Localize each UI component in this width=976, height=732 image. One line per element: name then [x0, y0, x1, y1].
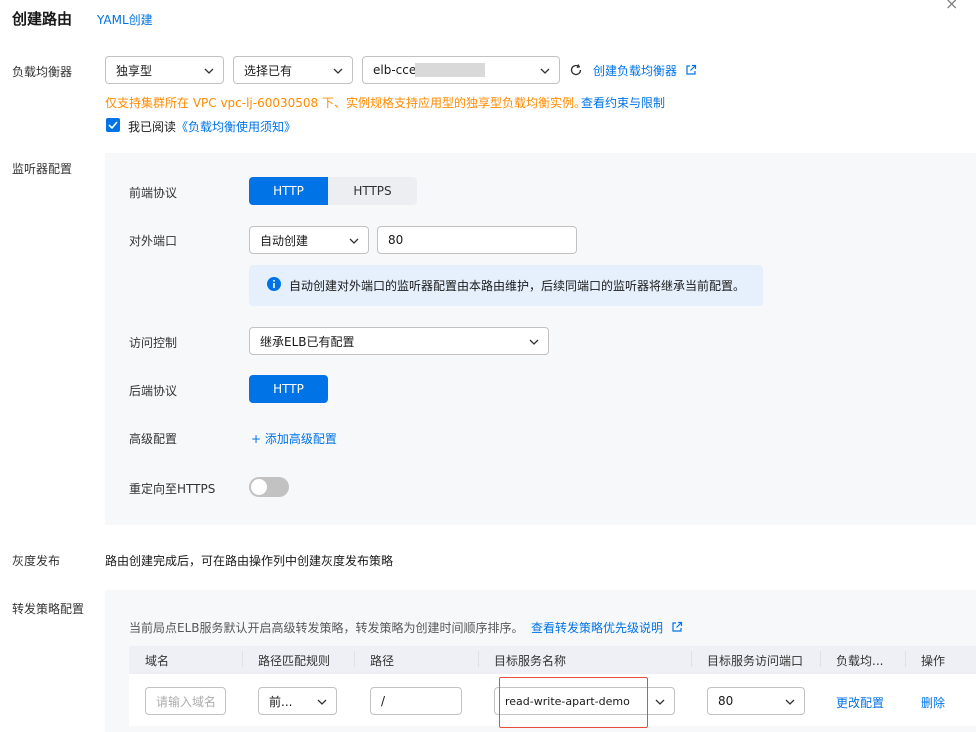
toggle-knob [251, 479, 267, 495]
redacted-mask [415, 63, 485, 77]
port-input[interactable]: 80 [377, 226, 577, 254]
column-separator [354, 651, 355, 667]
frontend-protocol-label: 前端协议 [129, 186, 178, 200]
frontend-https-option[interactable]: HTTPS [328, 177, 417, 205]
chevron-down-icon [654, 696, 666, 708]
gray-release-label: 灰度发布 [12, 554, 61, 568]
column-separator [820, 651, 821, 667]
refresh-icon[interactable] [569, 63, 583, 80]
listener-label: 监听器配置 [12, 162, 73, 176]
column-separator [691, 651, 692, 667]
chevron-down-icon [539, 65, 551, 77]
redirect-https-label: 重定向至HTTPS [129, 482, 216, 496]
frontend-http-option[interactable]: HTTP [249, 177, 328, 205]
elb-instance-select[interactable]: elb-cce [362, 56, 560, 84]
advanced-label: 高级配置 [129, 432, 178, 446]
elb-source-value: 选择已有 [244, 63, 293, 78]
match-rule-value: 前... [269, 694, 293, 709]
column-load-balance: 负载均... [836, 653, 884, 668]
column-separator [242, 651, 243, 667]
port-info-box: 自动创建对外端口的监听器配置由本路由维护，后续同端口的监听器将继承当前配置。 [249, 265, 763, 306]
elb-instance-value: elb-cce [373, 63, 417, 77]
add-advanced-link[interactable]: + 添加高级配置 [251, 430, 337, 447]
agree-prefix: 我已阅读 [128, 120, 177, 134]
check-icon [108, 121, 118, 130]
chevron-down-icon [203, 65, 215, 77]
access-control-select[interactable]: 继承ELB已有配置 [249, 327, 549, 355]
agree-link[interactable]: 《负载均衡使用须知》 [176, 120, 296, 134]
elb-notice: 仅支持集群所在 VPC vpc-lj-60030508 下、实例规格支持应用型的… [105, 96, 586, 110]
redirect-https-toggle[interactable] [249, 477, 289, 497]
chevron-down-icon [528, 336, 540, 348]
yaml-create-link[interactable]: YAML创建 [97, 11, 153, 28]
elb-source-select[interactable]: 选择已有 [233, 56, 353, 84]
edit-config-link[interactable]: 更改配置 [836, 694, 884, 711]
path-input[interactable]: / [370, 687, 462, 715]
chevron-down-icon [316, 696, 328, 708]
service-port-select[interactable]: 80 [707, 687, 805, 715]
chevron-down-icon [348, 235, 360, 247]
external-link-icon [671, 621, 683, 636]
path-input-value: / [381, 694, 386, 708]
external-link-icon [685, 64, 697, 79]
agree-text: 我已阅读《负载均衡使用须知》 [128, 118, 296, 135]
port-mode-select[interactable]: 自动创建 [249, 226, 369, 254]
backend-protocol-label: 后端协议 [129, 384, 178, 398]
port-input-value: 80 [388, 233, 404, 247]
column-match-rule: 路径匹配规则 [258, 653, 331, 668]
gray-release-text: 路由创建完成后，可在路由操作列中创建灰度发布策略 [105, 554, 394, 568]
column-domain: 域名 [145, 653, 170, 668]
column-service-port: 目标服务访问端口 [707, 653, 804, 668]
highlight-frame [499, 677, 648, 728]
port-mode-value: 自动创建 [260, 233, 309, 248]
load-balancer-label: 负载均衡器 [12, 65, 73, 79]
forward-notice: 当前局点ELB服务默认开启高级转发策略，转发策略为创建时间顺序排序。 [129, 621, 524, 635]
elb-type-select[interactable]: 独享型 [105, 56, 224, 84]
delete-link[interactable]: 删除 [921, 694, 945, 711]
backend-http-option[interactable]: HTTP [249, 375, 328, 403]
access-control-value: 继承ELB已有配置 [260, 334, 355, 349]
domain-input-placeholder: 请输入域名 [156, 694, 215, 709]
column-separator [478, 651, 479, 667]
chevron-down-icon [332, 65, 344, 77]
forward-policy-label: 转发策略配置 [12, 602, 85, 616]
column-service-name: 目标服务名称 [494, 653, 567, 668]
priority-link[interactable]: 查看转发策略优先级说明 [531, 619, 683, 636]
chevron-down-icon [784, 696, 796, 708]
priority-link-label: 查看转发策略优先级说明 [531, 621, 664, 635]
info-icon [267, 277, 281, 294]
port-info-text: 自动创建对外端口的监听器配置由本路由维护，后续同端口的监听器将继承当前配置。 [289, 279, 746, 293]
service-port-value: 80 [718, 694, 734, 708]
domain-input[interactable]: 请输入域名 [145, 687, 226, 715]
create-elb-link[interactable]: 创建负载均衡器 [593, 62, 697, 79]
access-control-label: 访问控制 [129, 336, 178, 350]
page-title: 创建路由 [12, 10, 73, 28]
elb-type-value: 独享型 [116, 63, 153, 78]
match-rule-select[interactable]: 前... [258, 687, 337, 715]
constraints-link[interactable]: 查看约束与限制 [581, 94, 665, 111]
column-actions: 操作 [921, 653, 946, 668]
create-elb-link-label: 创建负载均衡器 [593, 64, 678, 78]
agree-checkbox[interactable] [106, 118, 120, 132]
column-separator [905, 651, 906, 667]
port-label: 对外端口 [129, 234, 178, 248]
column-path: 路径 [370, 653, 395, 668]
close-icon[interactable]: × [945, 0, 958, 13]
